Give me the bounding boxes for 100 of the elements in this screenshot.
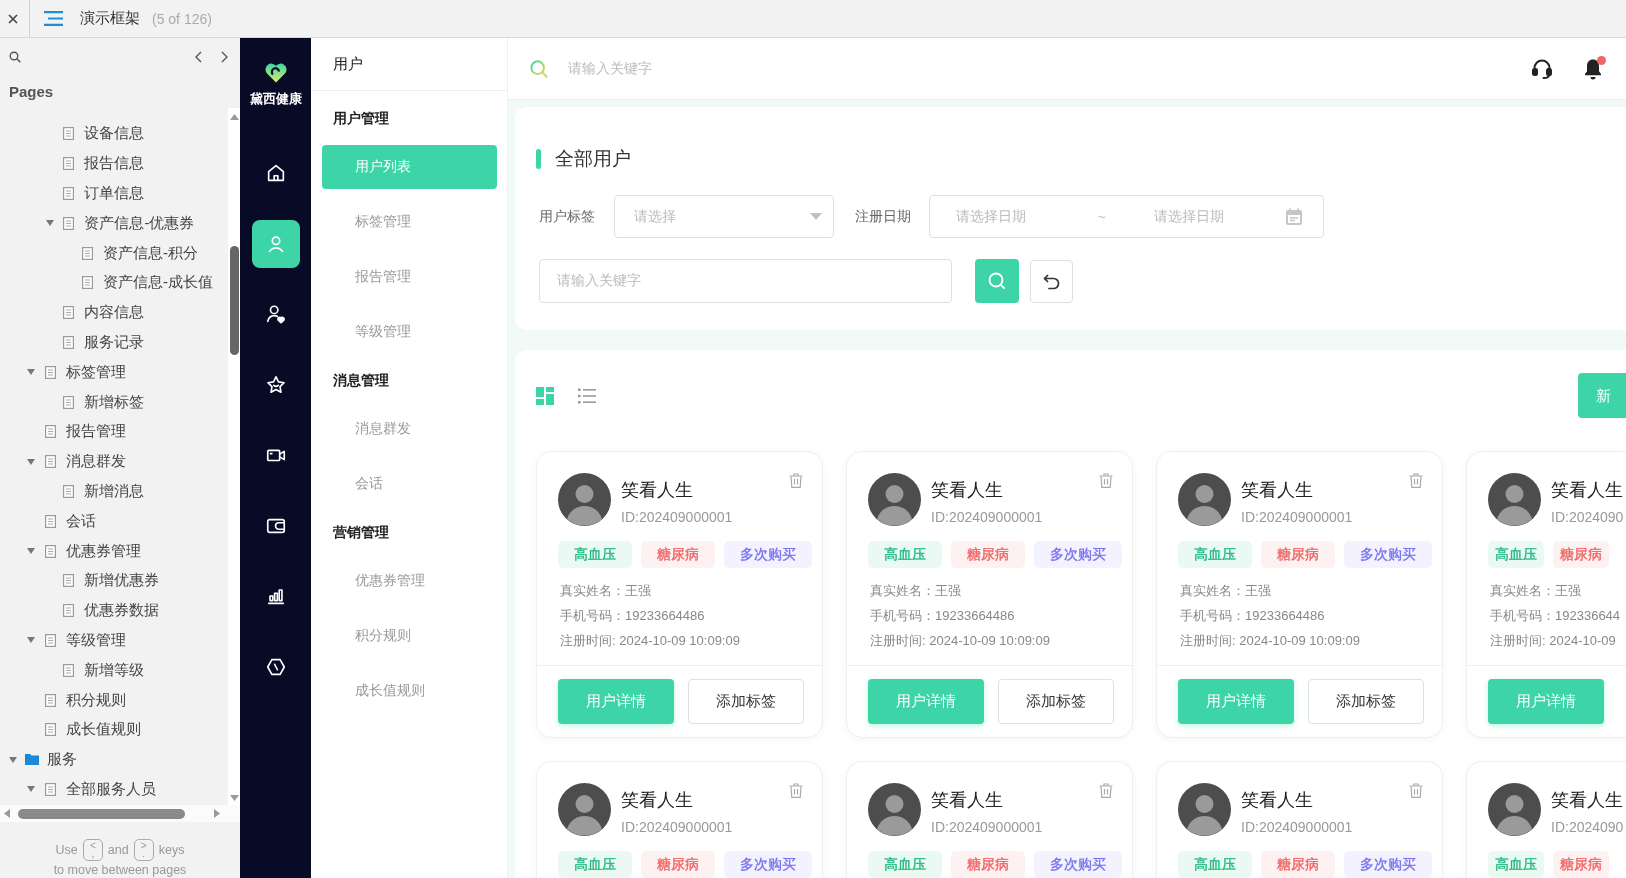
- user-tag: 高血压: [1488, 541, 1544, 568]
- search-icon: [530, 59, 548, 78]
- page-icon: [44, 365, 56, 379]
- user-tag: 高血压: [1178, 541, 1252, 568]
- avatar-icon: [868, 473, 921, 526]
- expanded-triangle-icon[interactable]: [27, 637, 36, 644]
- tree-item[interactable]: 服务记录: [84, 332, 145, 352]
- tree-item[interactable]: 报告信息: [84, 154, 145, 174]
- nav-button[interactable]: [251, 219, 300, 268]
- avatar-icon: [1488, 783, 1541, 836]
- expanded-triangle-icon[interactable]: [27, 458, 36, 465]
- hint-text: keys: [158, 843, 185, 857]
- user-tag: 糖尿病: [951, 541, 1025, 568]
- user-info-text: 真实姓名：王强: [870, 582, 961, 600]
- trash-icon[interactable]: [789, 473, 803, 488]
- avatar-icon: [868, 783, 921, 836]
- tree-item[interactable]: 新增消息: [84, 481, 145, 501]
- tree-item[interactable]: 新增标签: [84, 392, 145, 412]
- chevron-left-icon[interactable]: [195, 51, 202, 63]
- add-tag-button[interactable]: 添加标签: [998, 679, 1114, 724]
- tree-item[interactable]: 资产信息-优惠券: [84, 213, 195, 233]
- user-tag: 高血压: [1488, 851, 1544, 878]
- page-icon: [44, 455, 56, 469]
- trash-icon[interactable]: [1099, 783, 1113, 798]
- user-info-text: 注册时间: 2024-10-09 10:09:09: [560, 632, 740, 650]
- add-tag-button[interactable]: 添加标签: [1308, 679, 1424, 724]
- avatar-icon: [1488, 473, 1541, 526]
- tree-item[interactable]: 设备信息: [84, 124, 145, 144]
- menu-icon[interactable]: [44, 11, 63, 26]
- user-heart-icon: [264, 303, 287, 325]
- field-label: 注册日期: [855, 207, 911, 226]
- tree-item[interactable]: 报告管理: [65, 422, 126, 442]
- user-info-text: 手机号码：192336644: [1490, 607, 1621, 625]
- tree-item[interactable]: 内容信息: [84, 303, 145, 323]
- user-info-text: 注册时间: 2024-10-09 10:09:09: [1180, 632, 1360, 650]
- tree-item[interactable]: 资产信息-积分: [103, 243, 199, 263]
- page-icon: [44, 425, 56, 439]
- user-info-text: 真实姓名：王强: [560, 582, 651, 600]
- trash-icon[interactable]: [1099, 473, 1113, 488]
- user-tag: 糖尿病: [1261, 851, 1335, 878]
- scroll-left-icon[interactable]: [4, 809, 10, 818]
- page-icon: [44, 544, 56, 558]
- tree-item[interactable]: 会话: [65, 511, 96, 531]
- search-icon[interactable]: [9, 51, 21, 63]
- page-icon: [63, 306, 75, 320]
- trash-icon[interactable]: [1409, 473, 1423, 488]
- user-id: ID:202409000001: [1241, 508, 1353, 527]
- menu-group-label: 用户管理: [332, 109, 390, 128]
- expanded-triangle-icon[interactable]: [27, 369, 36, 376]
- reset-button[interactable]: [1030, 259, 1073, 303]
- user-info-text: 手机号码：19233664486: [560, 607, 705, 625]
- expanded-triangle-icon[interactable]: [45, 220, 54, 227]
- submenu-title: 用户: [311, 38, 507, 91]
- page-icon: [63, 187, 75, 200]
- tree-item[interactable]: 积分规则: [65, 690, 126, 710]
- scroll-right-icon[interactable]: [214, 809, 220, 818]
- search-icon: [987, 271, 1007, 291]
- keycap: > .: [133, 839, 154, 861]
- expanded-triangle-icon[interactable]: [8, 756, 17, 763]
- hint-text: to move between pages: [53, 862, 187, 878]
- page-icon: [82, 276, 94, 290]
- tree-item[interactable]: 新增等级: [84, 660, 145, 680]
- tree-item[interactable]: 资产信息-成长值: [103, 273, 214, 293]
- trash-icon[interactable]: [1409, 783, 1423, 798]
- list-view-icon[interactable]: [578, 386, 596, 405]
- close-icon[interactable]: [7, 13, 18, 24]
- keycap: < ,: [82, 839, 103, 861]
- tree-item[interactable]: 新增优惠券: [84, 571, 160, 591]
- chevron-right-icon[interactable]: [221, 51, 228, 63]
- scroll-down-icon[interactable]: [229, 795, 239, 801]
- bell-icon[interactable]: [1583, 57, 1603, 80]
- page-icon: [63, 157, 75, 171]
- field-label: 用户标签: [539, 207, 595, 226]
- page-icon: [63, 484, 75, 498]
- tree-item[interactable]: 全部服务人员: [65, 779, 156, 799]
- tree-item[interactable]: 服务: [47, 750, 77, 770]
- tree-item[interactable]: 标签管理: [65, 362, 126, 382]
- expanded-triangle-icon[interactable]: [27, 548, 36, 555]
- user-tag: 糖尿病: [1553, 851, 1609, 878]
- tree-item[interactable]: 消息群发: [65, 452, 126, 472]
- scrollbar-thumb[interactable]: [18, 808, 185, 819]
- expanded-triangle-icon[interactable]: [27, 786, 36, 793]
- trash-icon[interactable]: [789, 783, 803, 798]
- scroll-up-icon[interactable]: [229, 114, 239, 120]
- scrollbar-thumb[interactable]: [229, 246, 239, 355]
- page-icon: [44, 633, 56, 647]
- user-info-text: 真实姓名：王强: [1180, 582, 1271, 600]
- tree-item[interactable]: 等级管理: [65, 630, 126, 650]
- user-name: 笑看人生: [1551, 479, 1624, 502]
- tree-item[interactable]: 成长值规则: [65, 720, 141, 740]
- tree-item[interactable]: 优惠券管理: [65, 541, 141, 561]
- tree-item[interactable]: 订单信息: [84, 184, 145, 203]
- user-tag: 糖尿病: [641, 851, 715, 878]
- folder-icon: [25, 754, 39, 766]
- user-name: 笑看人生: [621, 789, 694, 812]
- user-id: ID:202409000001: [621, 818, 733, 837]
- add-tag-button[interactable]: 添加标签: [688, 679, 804, 724]
- user-tag: 多次购买: [1344, 541, 1432, 568]
- page-icon: [63, 663, 75, 677]
- tree-item[interactable]: 优惠券数据: [84, 601, 160, 621]
